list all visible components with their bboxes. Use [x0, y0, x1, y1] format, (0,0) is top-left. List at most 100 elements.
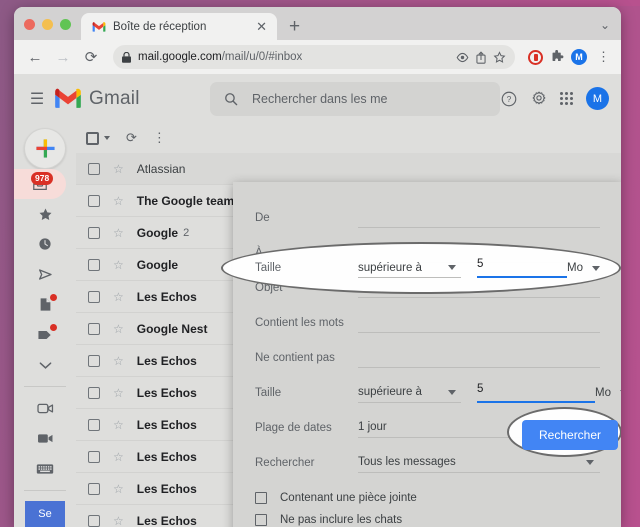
field-from[interactable]: De — [255, 200, 600, 235]
gmail-favicon-icon — [92, 20, 106, 34]
star-icon[interactable]: ☆ — [113, 290, 124, 304]
row-sender: Google Nest — [137, 322, 208, 336]
row-checkbox[interactable] — [88, 483, 100, 495]
star-icon[interactable]: ☆ — [113, 226, 124, 240]
size-operator-select[interactable]: supérieure à — [358, 383, 461, 403]
has-attachment-label: Contenant une pièce jointe — [280, 492, 417, 504]
row-checkbox[interactable] — [88, 227, 100, 239]
size-operator-value: supérieure à — [358, 386, 422, 398]
gmail-search-placeholder: Rechercher dans les me — [252, 92, 387, 106]
chevron-down-icon — [448, 390, 456, 395]
browser-toolbar: ← → ⟳ mail.google.com/mail/u/0/#inbox — [14, 40, 621, 74]
checkbox-exclude-chats[interactable]: Ne pas inclure les chats — [255, 510, 600, 527]
star-icon[interactable]: ☆ — [113, 162, 124, 176]
select-all-caret-icon[interactable] — [104, 136, 110, 140]
highlight-size-operator[interactable]: supérieure à — [358, 258, 461, 278]
checkbox-has-attachment[interactable]: Contenant une pièce jointe — [255, 488, 600, 508]
scope-select[interactable]: Tous les messages — [358, 453, 600, 473]
field-size-label: Taille — [255, 387, 358, 399]
star-icon[interactable]: ☆ — [113, 450, 124, 464]
star-icon[interactable]: ☆ — [113, 386, 124, 400]
sidebar-item-starred[interactable] — [26, 199, 64, 229]
back-button[interactable]: ← — [22, 44, 48, 70]
row-checkbox[interactable] — [88, 355, 100, 367]
row-checkbox[interactable] — [88, 323, 100, 335]
main-menu-icon[interactable]: ☰ — [24, 86, 50, 112]
help-icon[interactable]: ? — [500, 90, 517, 107]
refresh-button[interactable]: ⟳ — [126, 130, 137, 146]
browser-profile-avatar[interactable]: M — [571, 49, 587, 65]
highlight-size-unit[interactable]: Mo — [567, 262, 614, 274]
close-tab-button[interactable]: ✕ — [254, 19, 269, 35]
star-icon[interactable]: ☆ — [113, 194, 124, 208]
star-icon[interactable]: ☆ — [113, 482, 124, 496]
sidebar-item-more[interactable] — [26, 350, 64, 380]
sidebar-item-snoozed[interactable] — [26, 229, 64, 259]
highlight-size-value[interactable]: 5 — [477, 258, 567, 278]
field-doesnt-have[interactable]: Ne contient pas — [255, 340, 600, 375]
more-options-button[interactable]: ⋮ — [153, 130, 166, 146]
apps-grid-icon[interactable] — [560, 92, 573, 105]
field-has-words-input[interactable] — [358, 313, 600, 333]
size-value-input[interactable]: 5 — [477, 383, 595, 403]
star-icon[interactable]: ☆ — [113, 514, 124, 527]
row-checkbox[interactable] — [88, 515, 100, 527]
field-has-words[interactable]: Contient les mots — [255, 305, 600, 340]
field-scope[interactable]: Rechercher Tous les messages — [255, 445, 600, 480]
account-avatar[interactable]: M — [586, 87, 609, 110]
compose-button[interactable] — [24, 128, 66, 169]
star-icon[interactable]: ☆ — [113, 258, 124, 272]
meet-join-meeting[interactable] — [26, 423, 64, 453]
row-checkbox[interactable] — [88, 163, 100, 175]
row-checkbox[interactable] — [88, 451, 100, 463]
gmail-search-box[interactable]: Rechercher dans les me — [210, 82, 500, 116]
dialog-checkboxes: Contenant une pièce jointe Ne pas inclur… — [255, 488, 600, 527]
sidebar-item-labels[interactable] — [26, 320, 64, 350]
gmail-logo[interactable]: Gmail — [54, 88, 210, 110]
star-icon[interactable]: ☆ — [113, 418, 124, 432]
share-icon[interactable] — [475, 51, 487, 64]
sidebar-item-drafts[interactable] — [26, 290, 64, 320]
row-sender: Les Echos — [137, 290, 197, 304]
field-size[interactable]: Taille supérieure à 5 Mo — [255, 375, 600, 410]
puzzle-extension-icon[interactable] — [550, 50, 564, 64]
table-row[interactable]: ☆ Atlassian — [76, 153, 621, 185]
privacy-eye-icon[interactable] — [456, 51, 469, 64]
has-attachment-checkbox[interactable] — [255, 492, 267, 504]
tab-list-chevron-icon[interactable]: ⌄ — [600, 18, 621, 40]
highlighted-size-row[interactable]: Taille supérieure à 5 Mo — [255, 256, 605, 280]
select-all-checkbox[interactable] — [86, 132, 99, 145]
se-button[interactable]: Se — [25, 501, 65, 527]
gmail-body: 978 — [14, 123, 621, 527]
size-unit-select[interactable]: Mo — [595, 387, 621, 399]
row-checkbox[interactable] — [88, 419, 100, 431]
opera-extension-icon[interactable] — [528, 50, 543, 65]
sidebar-item-sent[interactable] — [26, 260, 64, 290]
star-icon[interactable]: ☆ — [113, 354, 124, 368]
row-checkbox[interactable] — [88, 195, 100, 207]
bookmark-star-icon[interactable] — [493, 51, 506, 64]
highlighted-search-submit-button[interactable]: Rechercher — [522, 420, 618, 450]
address-bar[interactable]: mail.google.com/mail/u/0/#inbox — [113, 45, 515, 69]
minimize-window-button[interactable] — [42, 19, 53, 30]
browser-menu-button[interactable]: ⋮ — [594, 49, 613, 65]
close-window-button[interactable] — [24, 19, 35, 30]
sidebar-item-inbox[interactable]: 978 — [14, 169, 66, 199]
browser-tab[interactable]: Boîte de réception ✕ — [81, 13, 277, 40]
row-checkbox[interactable] — [88, 291, 100, 303]
meet-new-meeting[interactable] — [26, 393, 64, 423]
field-doesnt-have-input[interactable] — [358, 348, 600, 368]
maximize-window-button[interactable] — [60, 19, 71, 30]
row-checkbox[interactable] — [88, 387, 100, 399]
keyboard-shortcuts[interactable] — [26, 454, 64, 484]
row-checkbox[interactable] — [88, 259, 100, 271]
select-all-control[interactable] — [86, 132, 110, 145]
reload-button[interactable]: ⟳ — [78, 44, 104, 70]
field-subject-input[interactable] — [358, 278, 600, 298]
exclude-chats-checkbox[interactable] — [255, 514, 267, 526]
field-from-input[interactable] — [358, 208, 600, 228]
new-tab-button[interactable]: + — [277, 17, 310, 40]
settings-gear-icon[interactable] — [530, 90, 547, 107]
forward-button[interactable]: → — [50, 44, 76, 70]
star-icon[interactable]: ☆ — [113, 322, 124, 336]
